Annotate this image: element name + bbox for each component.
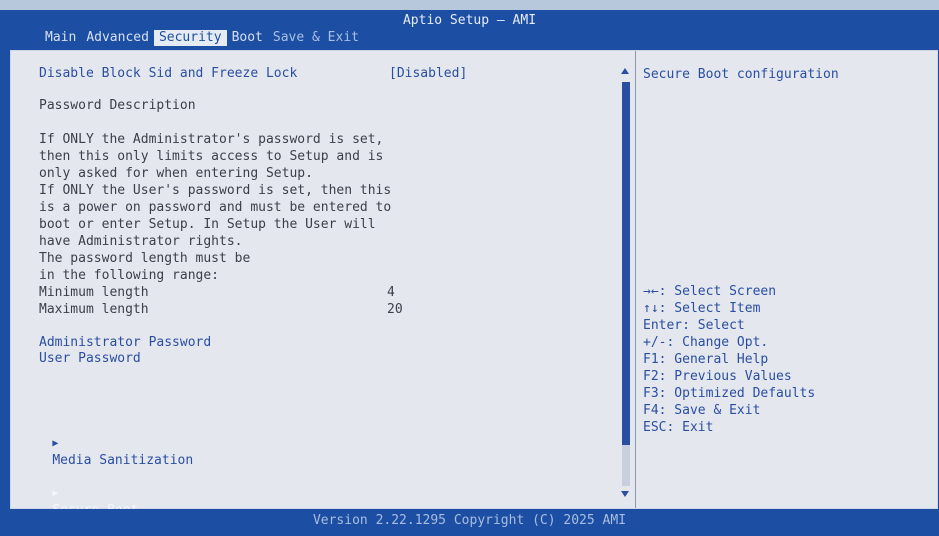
min-length-label: Minimum length bbox=[39, 285, 149, 300]
key-esc-exit: ESC: Exit bbox=[643, 420, 714, 435]
media-sanitization-label: Media Sanitization bbox=[52, 453, 194, 468]
key-enter-select: Enter: Select bbox=[643, 318, 745, 333]
max-length-value: 20 bbox=[387, 302, 403, 317]
administrator-password-item[interactable]: Administrator Password bbox=[39, 334, 211, 351]
menu-bar: Main Advanced Security Boot Save & Exit bbox=[40, 30, 364, 46]
scroll-down-arrow-icon[interactable] bbox=[621, 491, 629, 497]
key-save-exit: F4: Save & Exit bbox=[643, 403, 761, 418]
password-desc-line-5: is a power on password and must be enter… bbox=[39, 200, 392, 215]
block-sid-label[interactable]: Disable Block Sid and Freeze Lock bbox=[39, 65, 297, 82]
submenu-arrow-icon: ▶ bbox=[52, 488, 59, 499]
scroll-up-arrow-icon[interactable] bbox=[621, 68, 629, 74]
key-select-screen: →←: Select Screen bbox=[643, 284, 777, 299]
help-description: Secure Boot configuration bbox=[643, 67, 839, 82]
scrollbar-thumb[interactable] bbox=[622, 82, 630, 445]
panel-divider bbox=[635, 51, 636, 508]
key-change-opt: +/-: Change Opt. bbox=[643, 335, 769, 350]
max-length-label: Maximum length bbox=[39, 302, 149, 317]
password-desc-line-2: then this only limits access to Setup an… bbox=[39, 149, 384, 164]
password-desc-line-4: If ONLY the User's password is set, then… bbox=[39, 183, 392, 198]
key-optimized-defaults: F3: Optimized Defaults bbox=[643, 386, 816, 401]
header-bar: Aptio Setup – AMI Main Advanced Security… bbox=[0, 10, 939, 46]
menu-advanced[interactable]: Advanced bbox=[81, 30, 154, 46]
menu-security[interactable]: Security bbox=[153, 30, 227, 46]
menu-boot[interactable]: Boot bbox=[227, 30, 268, 46]
password-desc-line-6: boot or enter Setup. In Setup the User w… bbox=[39, 217, 376, 232]
min-length-value: 4 bbox=[387, 285, 395, 300]
main-frame: Disable Block Sid and Freeze Lock [Disab… bbox=[10, 50, 938, 518]
footer-version: Version 2.22.1295 Copyright (C) 2025 AMI bbox=[0, 509, 939, 528]
password-description-heading: Password Description bbox=[39, 98, 196, 113]
block-sid-value[interactable]: [Disabled] bbox=[389, 65, 467, 82]
password-desc-line-1: If ONLY the Administrator's password is … bbox=[39, 132, 384, 147]
password-desc-line-9: in the following range: bbox=[39, 268, 220, 283]
top-strip bbox=[0, 0, 939, 10]
key-select-item: ↑↓: Select Item bbox=[643, 301, 761, 316]
menu-save-exit[interactable]: Save & Exit bbox=[268, 30, 364, 46]
key-previous-values: F2: Previous Values bbox=[643, 369, 792, 384]
password-desc-line-3: only asked for when entering Setup. bbox=[39, 166, 313, 181]
submenu-arrow-icon: ▶ bbox=[52, 438, 59, 449]
app-title: Aptio Setup – AMI bbox=[402, 13, 537, 28]
password-desc-line-8: The password length must be bbox=[39, 251, 251, 266]
key-general-help: F1: General Help bbox=[643, 352, 769, 367]
user-password-item[interactable]: User Password bbox=[39, 350, 141, 367]
password-desc-line-7: have Administrator rights. bbox=[39, 234, 243, 249]
menu-main[interactable]: Main bbox=[40, 30, 81, 46]
